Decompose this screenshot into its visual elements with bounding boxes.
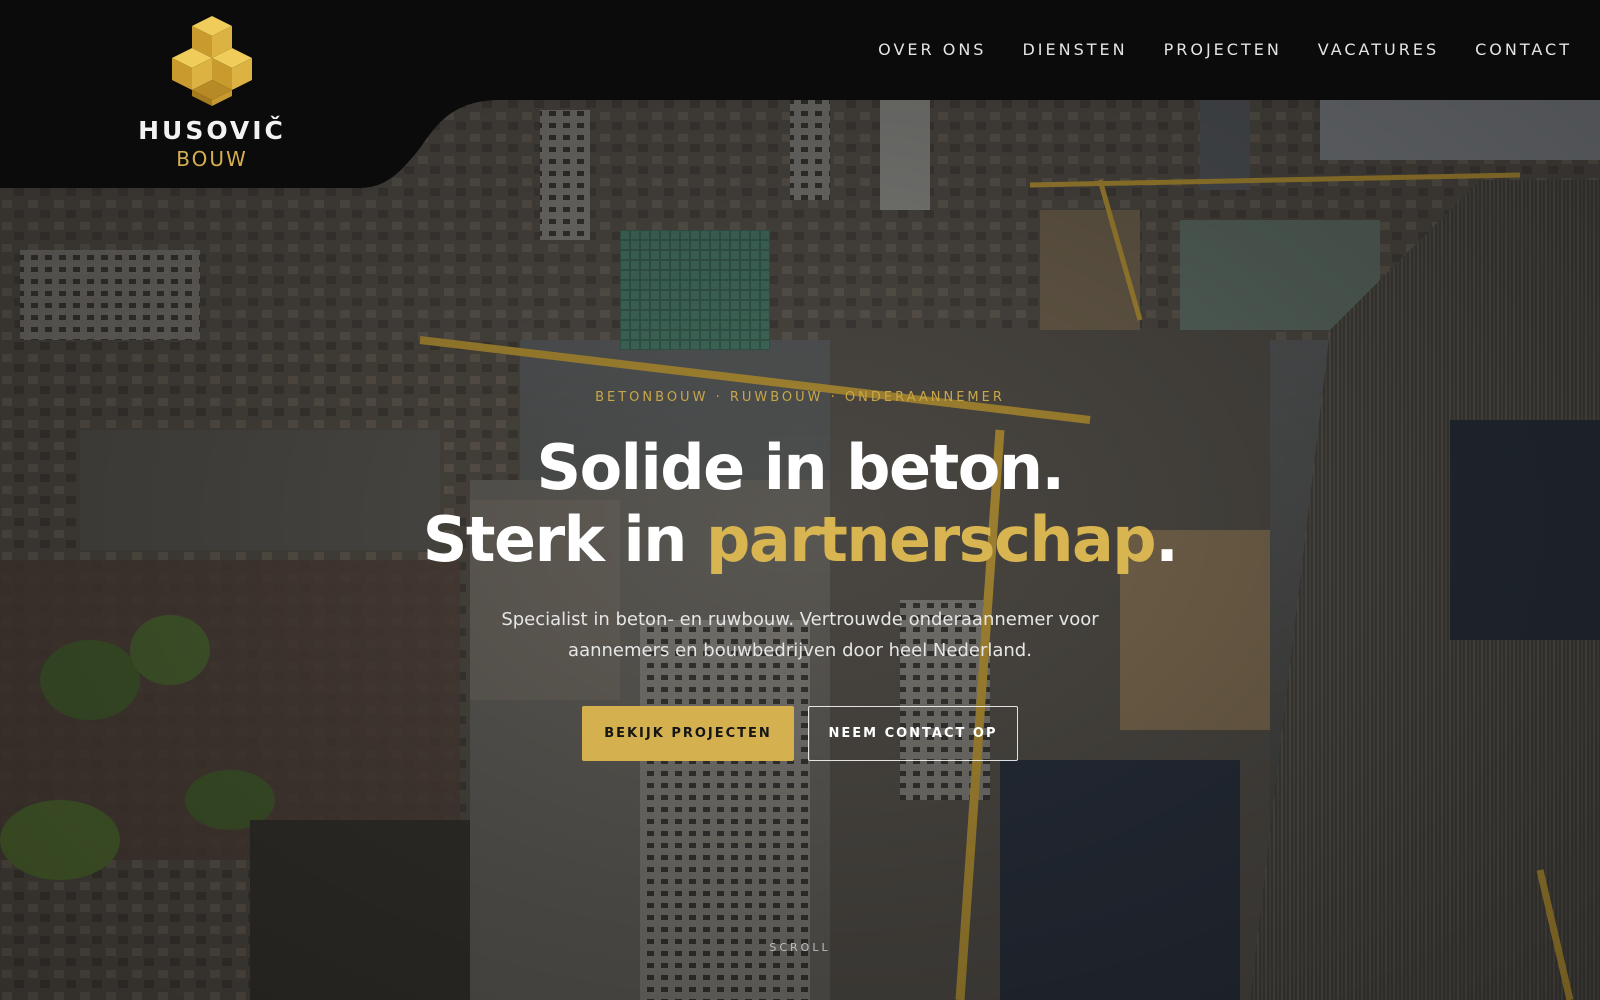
headline-line-2-prefix: Sterk in (422, 503, 706, 576)
nav-item-projecten[interactable]: PROJECTEN (1164, 38, 1282, 62)
brand-subtitle: BOUW (176, 147, 248, 171)
nav-item-vacatures[interactable]: VACATURES (1318, 38, 1439, 62)
hero-subtext-line-2: aannemers en bouwbedrijven door heel Ned… (568, 640, 1032, 661)
brand-name: HUSOVIČ (138, 116, 286, 145)
hero-actions: BEKIJK PROJECTEN NEEM CONTACT OP (0, 706, 1600, 761)
view-projects-button[interactable]: BEKIJK PROJECTEN (582, 706, 794, 761)
main-navigation: OVER ONS DIENSTEN PROJECTEN VACATURES CO… (842, 38, 1572, 62)
nav-item-contact[interactable]: CONTACT (1475, 38, 1572, 62)
scroll-indicator[interactable]: SCROLL (0, 941, 1600, 954)
hero-subtext-line-1: Specialist in beton- en ruwbouw. Vertrou… (501, 609, 1099, 630)
headline-line-1: Solide in beton. (536, 431, 1065, 504)
contact-button[interactable]: NEEM CONTACT OP (808, 706, 1018, 761)
gold-cubes-icon (172, 16, 252, 106)
hero-headline: Solide in beton. Sterk in partnerschap. (0, 432, 1600, 576)
brand-logo[interactable]: HUSOVIČ BOUW (132, 14, 292, 178)
headline-line-2-suffix: . (1155, 503, 1179, 576)
hero-eyebrow: BETONBOUW · RUWBOUW · ONDERAANNEMER (595, 390, 1005, 405)
nav-item-over-ons[interactable]: OVER ONS (878, 38, 986, 62)
headline-accent-word: partnerschap (705, 503, 1157, 576)
hero-subtext: Specialist in beton- en ruwbouw. Vertrou… (0, 604, 1600, 666)
nav-item-diensten[interactable]: DIENSTEN (1022, 38, 1127, 62)
